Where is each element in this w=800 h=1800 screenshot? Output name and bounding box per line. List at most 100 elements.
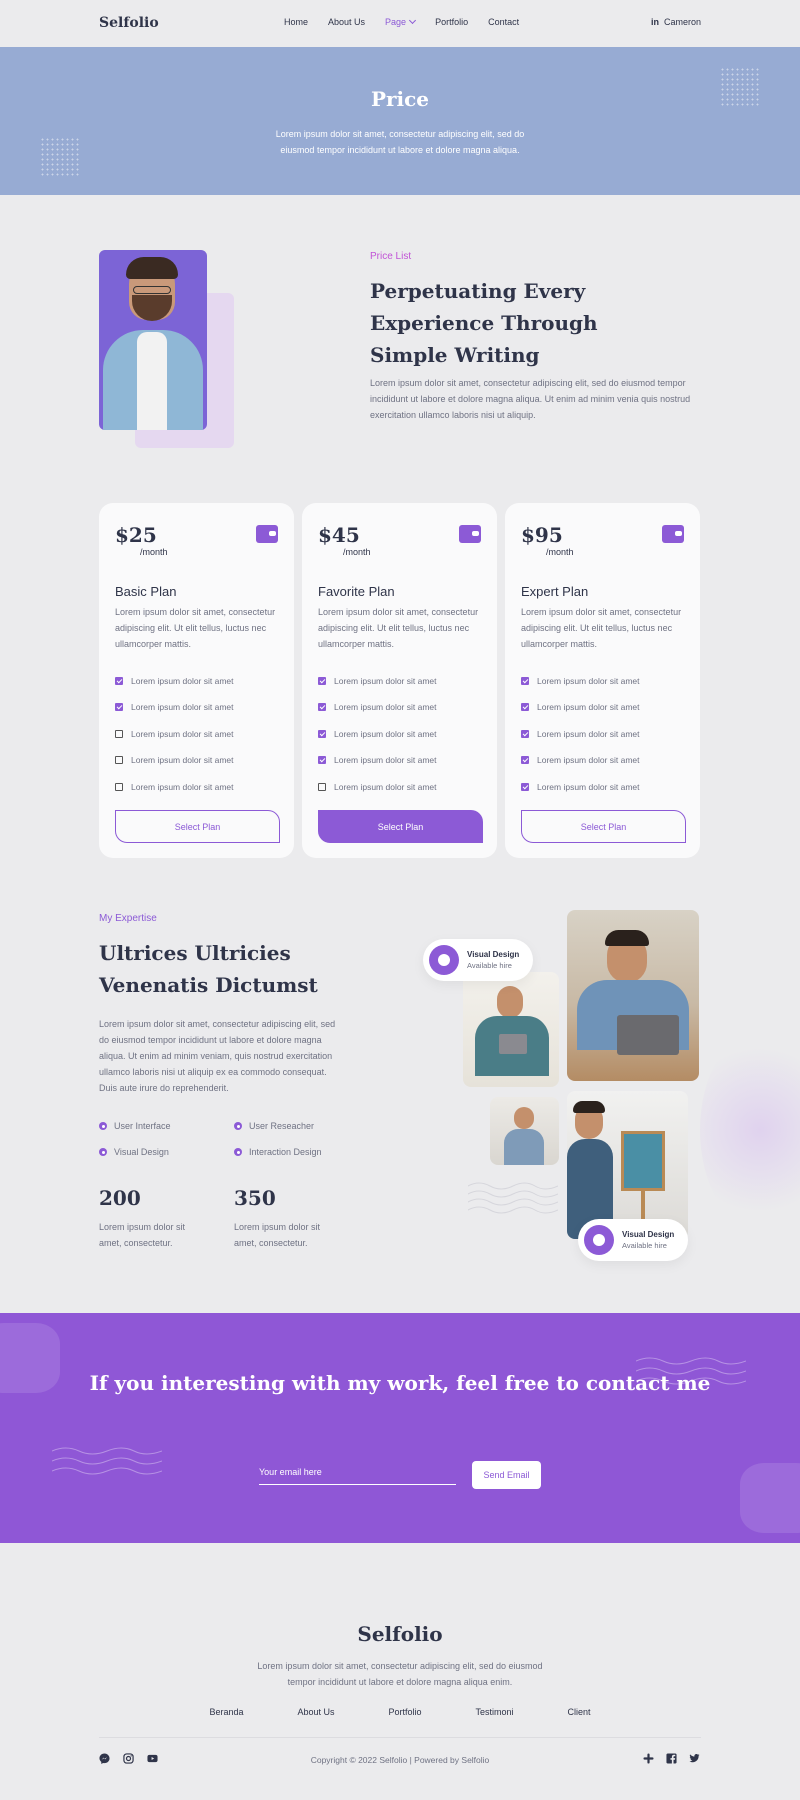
skill-label: Interaction Design (249, 1147, 322, 1157)
feature-label: Lorem ipsum dolor sit amet (537, 755, 640, 765)
wave-decoration (468, 1182, 558, 1214)
select-plan-button[interactable]: Select Plan (318, 810, 483, 843)
photo-man-tablet (463, 972, 559, 1087)
checkbox-icon (521, 703, 529, 711)
wallet-icon (256, 525, 278, 543)
checkbox-icon (521, 756, 529, 764)
plan-description: Lorem ipsum dolor sit amet, consectetur … (521, 607, 682, 649)
pricing-card: $25/month Basic Plan Lorem ipsum dolor sit… (99, 503, 294, 858)
page-title: Price (370, 87, 430, 111)
nav-link-contact[interactable]: Contact (488, 17, 519, 27)
footer-divider (99, 1737, 701, 1738)
select-plan-button[interactable]: Select Plan (115, 810, 280, 843)
youtube-icon[interactable] (147, 1753, 158, 1764)
plan-feature: Lorem ipsum dolor sit amet (521, 729, 640, 739)
footer-link-beranda[interactable]: Beranda (209, 1707, 243, 1717)
badge-text: Visual Design Available hire (467, 950, 519, 970)
top-nav: Selfolio Home About Us Page Portfolio Co… (0, 0, 800, 47)
nav-link-home[interactable]: Home (284, 17, 308, 27)
photo-tshirt (137, 332, 167, 430)
checkbox-icon (318, 783, 326, 791)
radio-dot-icon (234, 1122, 242, 1130)
photo-hair (573, 1101, 605, 1113)
checkbox-icon (318, 677, 326, 685)
feature-label: Lorem ipsum dolor sit amet (131, 729, 234, 739)
plan-name: Basic Plan (115, 584, 177, 599)
section-eyebrow: Price List (370, 251, 412, 262)
select-plan-button[interactable]: Select Plan (521, 810, 686, 843)
photo-hair (126, 257, 178, 279)
footer-logo[interactable]: Selfolio (0, 1622, 800, 1646)
checkbox-icon (318, 730, 326, 738)
photo-laptop (617, 1015, 679, 1055)
checkbox-icon (115, 730, 123, 738)
plan-period: /month (140, 547, 168, 557)
plan-feature: Lorem ipsum dolor sit amet (521, 676, 640, 686)
nav-link-portfolio[interactable]: Portfolio (435, 17, 468, 27)
plan-feature: Lorem ipsum dolor sit amet (115, 755, 234, 765)
skill-item: Interaction Design (234, 1147, 322, 1157)
checkbox-icon (318, 756, 326, 764)
skill-item: User Reseacher (234, 1121, 314, 1131)
facebook-icon[interactable] (666, 1753, 677, 1764)
badge-subtitle: Available hire (622, 1241, 667, 1250)
checkbox-icon (318, 703, 326, 711)
feature-label: Lorem ipsum dolor sit amet (537, 702, 640, 712)
footer-link-testimoni[interactable]: Testimoni (476, 1707, 514, 1717)
email-input[interactable] (259, 1459, 456, 1485)
plan-feature: Lorem ipsum dolor sit amet (115, 782, 234, 792)
expertise-eyebrow: My Expertise (99, 913, 157, 924)
plan-period: /month (343, 547, 371, 557)
checkbox-icon (115, 703, 123, 711)
plan-feature: Lorem ipsum dolor sit amet (318, 702, 437, 712)
plan-period: /month (546, 547, 574, 557)
nav-link-page-label: Page (385, 17, 407, 27)
skill-label: User Interface (114, 1121, 171, 1131)
badge-title: Visual Design (467, 950, 520, 959)
section-text: Lorem ipsum dolor sit amet, consectetur … (370, 378, 691, 420)
contact-cta: If you interesting with my work, feel fr… (0, 1313, 800, 1543)
photo-canvas (621, 1131, 665, 1191)
footer-link-portfolio[interactable]: Portfolio (389, 1707, 422, 1717)
chevron-down-icon (409, 16, 417, 25)
nav-link-page[interactable]: Page (385, 16, 417, 27)
messenger-icon[interactable] (99, 1753, 110, 1764)
stat-label: Lorem ipsum dolor sit amet, consectetur. (234, 1222, 321, 1248)
plan-feature: Lorem ipsum dolor sit amet (115, 702, 234, 712)
skill-item: Visual Design (99, 1147, 169, 1157)
stat-number: 350 (234, 1186, 276, 1210)
feature-label: Lorem ipsum dolor sit amet (131, 782, 234, 792)
photo-hair (605, 930, 649, 946)
glow-decoration (700, 1030, 800, 1230)
feature-label: Lorem ipsum dolor sit amet (334, 782, 437, 792)
checkbox-icon (521, 677, 529, 685)
feature-label: Lorem ipsum dolor sit amet (334, 702, 437, 712)
instagram-icon[interactable] (123, 1753, 134, 1764)
badge-title: Visual Design (622, 1230, 675, 1239)
footer-link-about[interactable]: About Us (297, 1707, 334, 1717)
feature-label: Lorem ipsum dolor sit amet (537, 676, 640, 686)
plan-price: $45 (318, 523, 360, 547)
skill-label: User Reseacher (249, 1121, 315, 1131)
photo-man-laptop (567, 910, 699, 1081)
photo-shirt (504, 1129, 544, 1165)
plan-feature: Lorem ipsum dolor sit amet (521, 782, 640, 792)
page-subtitle: Lorem ipsum dolor sit amet, consectetur … (275, 129, 525, 155)
blob-decoration (740, 1463, 800, 1533)
user-profile-link[interactable]: in Cameron (651, 17, 701, 27)
feature-label: Lorem ipsum dolor sit amet (131, 755, 234, 765)
pricing-card: $45/month Favorite Plan Lorem ipsum dolor … (302, 503, 497, 858)
badge-text: Visual Design Available hire (622, 1230, 674, 1250)
send-email-button[interactable]: Send Email (472, 1461, 541, 1489)
twitter-icon[interactable] (689, 1753, 700, 1764)
slack-icon[interactable] (643, 1753, 654, 1764)
plan-feature: Lorem ipsum dolor sit amet (521, 755, 640, 765)
footer-link-client[interactable]: Client (568, 1707, 591, 1717)
site-logo[interactable]: Selfolio (99, 15, 159, 31)
feature-label: Lorem ipsum dolor sit amet (131, 676, 234, 686)
skill-label: Visual Design (114, 1147, 169, 1157)
photo-face (514, 1107, 534, 1129)
photo-man-painting (567, 1091, 688, 1239)
plan-name: Expert Plan (521, 584, 589, 599)
nav-link-about[interactable]: About Us (328, 17, 365, 27)
